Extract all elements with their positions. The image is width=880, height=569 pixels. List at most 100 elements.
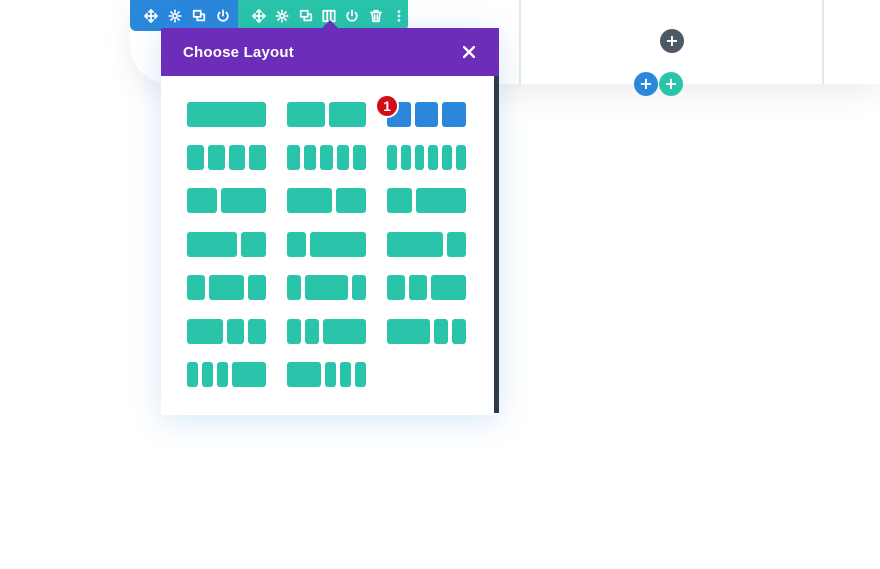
layout-option-two-fifths-three-fifths[interactable] [187, 188, 266, 213]
layout-option-one-sixth-one-sixth-one-sixth-half[interactable] [187, 362, 266, 387]
duplicate-icon[interactable] [190, 7, 208, 25]
layout-column [456, 145, 466, 170]
layout-column [336, 188, 366, 213]
layout-column [187, 362, 199, 387]
move-icon[interactable] [142, 7, 160, 25]
layout-column [287, 232, 306, 257]
layout-column [387, 188, 412, 213]
layout-option-one-fifth-three-fifths-one-fifth[interactable] [287, 275, 366, 300]
layout-option-one-fourth-three-fourths[interactable] [287, 232, 366, 257]
step-badge: 1 [375, 94, 399, 118]
layout-column [249, 145, 266, 170]
layout-option-half-one-fourth-one-fourth[interactable] [187, 319, 266, 344]
layout-column [228, 145, 246, 170]
column-divider [822, 0, 824, 84]
layout-option-one-fifth-one-fifth-three-fifths[interactable] [287, 319, 366, 344]
layout-option-half-one-sixth-one-sixth-one-sixth[interactable] [287, 362, 366, 387]
layout-column [208, 275, 245, 300]
modal-pointer [322, 20, 338, 28]
duplicate-icon[interactable] [297, 7, 314, 25]
layout-column [408, 275, 427, 300]
layout-column [414, 102, 439, 127]
layout-column [305, 319, 320, 344]
layout-option-three-fifths-one-fifth-one-fifth[interactable] [387, 319, 466, 344]
add-row-icon[interactable]: + [660, 29, 684, 53]
power-icon[interactable] [214, 7, 232, 25]
column-divider [519, 0, 521, 84]
layout-column [248, 275, 266, 300]
layout-column [414, 145, 425, 170]
layout-column [241, 232, 266, 257]
layout-column [202, 362, 214, 387]
layout-column [232, 362, 266, 387]
layout-option-one-fourth-one-fourth-half[interactable] [387, 275, 466, 300]
layout-column [287, 362, 321, 387]
section-toolbar [130, 0, 238, 31]
layout-column [353, 145, 366, 170]
layout-column [442, 145, 453, 170]
layout-column [354, 362, 366, 387]
builder-canvas: + + + Choose Layout 1 [0, 0, 880, 569]
layout-column [287, 319, 302, 344]
layout-column [400, 145, 411, 170]
layout-column [303, 145, 317, 170]
layout-column [320, 145, 333, 170]
layout-column [416, 188, 466, 213]
layout-column [226, 319, 245, 344]
layout-column [287, 188, 332, 213]
layout-column [323, 319, 366, 344]
layout-column [305, 275, 348, 300]
layout-option-four-columns[interactable] [187, 145, 266, 170]
modal-title: Choose Layout [183, 43, 294, 61]
layout-option-one-column[interactable] [187, 102, 266, 127]
layout-option-one-third-two-thirds[interactable] [387, 188, 466, 213]
layout-column [187, 145, 204, 170]
settings-icon[interactable] [273, 7, 290, 25]
trash-icon[interactable] [367, 7, 384, 25]
layout-option-three-fourths-one-fourth[interactable] [387, 232, 466, 257]
layout-column [430, 275, 466, 300]
layout-option-two-thirds-one-third[interactable] [187, 232, 266, 257]
layout-column [217, 362, 229, 387]
layout-column [187, 102, 266, 127]
layout-column [451, 319, 466, 344]
layout-column [351, 275, 366, 300]
layout-column [287, 145, 300, 170]
modal-header: Choose Layout [161, 28, 499, 76]
layout-column [187, 275, 205, 300]
layout-column [387, 145, 397, 170]
add-module-icon[interactable]: + [659, 72, 683, 96]
add-section-icon[interactable]: + [634, 72, 658, 96]
move-icon[interactable] [250, 7, 267, 25]
layout-column [187, 319, 223, 344]
layout-column [287, 102, 325, 127]
layout-column [324, 362, 336, 387]
layout-option-six-columns[interactable] [387, 145, 466, 170]
layout-column [187, 232, 237, 257]
layout-column [187, 188, 217, 213]
layout-column [207, 145, 225, 170]
layout-column [339, 362, 351, 387]
modal-scrollbar[interactable] [494, 76, 499, 413]
layout-column [309, 232, 366, 257]
more-icon[interactable] [391, 7, 408, 25]
layout-column [248, 319, 266, 344]
layout-option-three-fifths-two-fifths[interactable] [287, 188, 366, 213]
layout-option-one-fourth-half-one-fourth[interactable] [187, 275, 266, 300]
layout-column [447, 232, 466, 257]
layout-column [428, 145, 439, 170]
settings-icon[interactable] [166, 7, 184, 25]
layout-column [433, 319, 448, 344]
layout-column [387, 232, 444, 257]
layout-column [328, 102, 366, 127]
close-icon[interactable] [459, 42, 479, 62]
layout-column [442, 102, 466, 127]
layout-option-two-columns[interactable] [287, 102, 366, 127]
layout-column [387, 319, 430, 344]
layout-column [336, 145, 350, 170]
layout-column [387, 275, 405, 300]
choose-layout-modal: Choose Layout [161, 28, 499, 415]
layout-option-five-columns[interactable] [287, 145, 366, 170]
layout-column [221, 188, 266, 213]
power-icon[interactable] [344, 7, 361, 25]
